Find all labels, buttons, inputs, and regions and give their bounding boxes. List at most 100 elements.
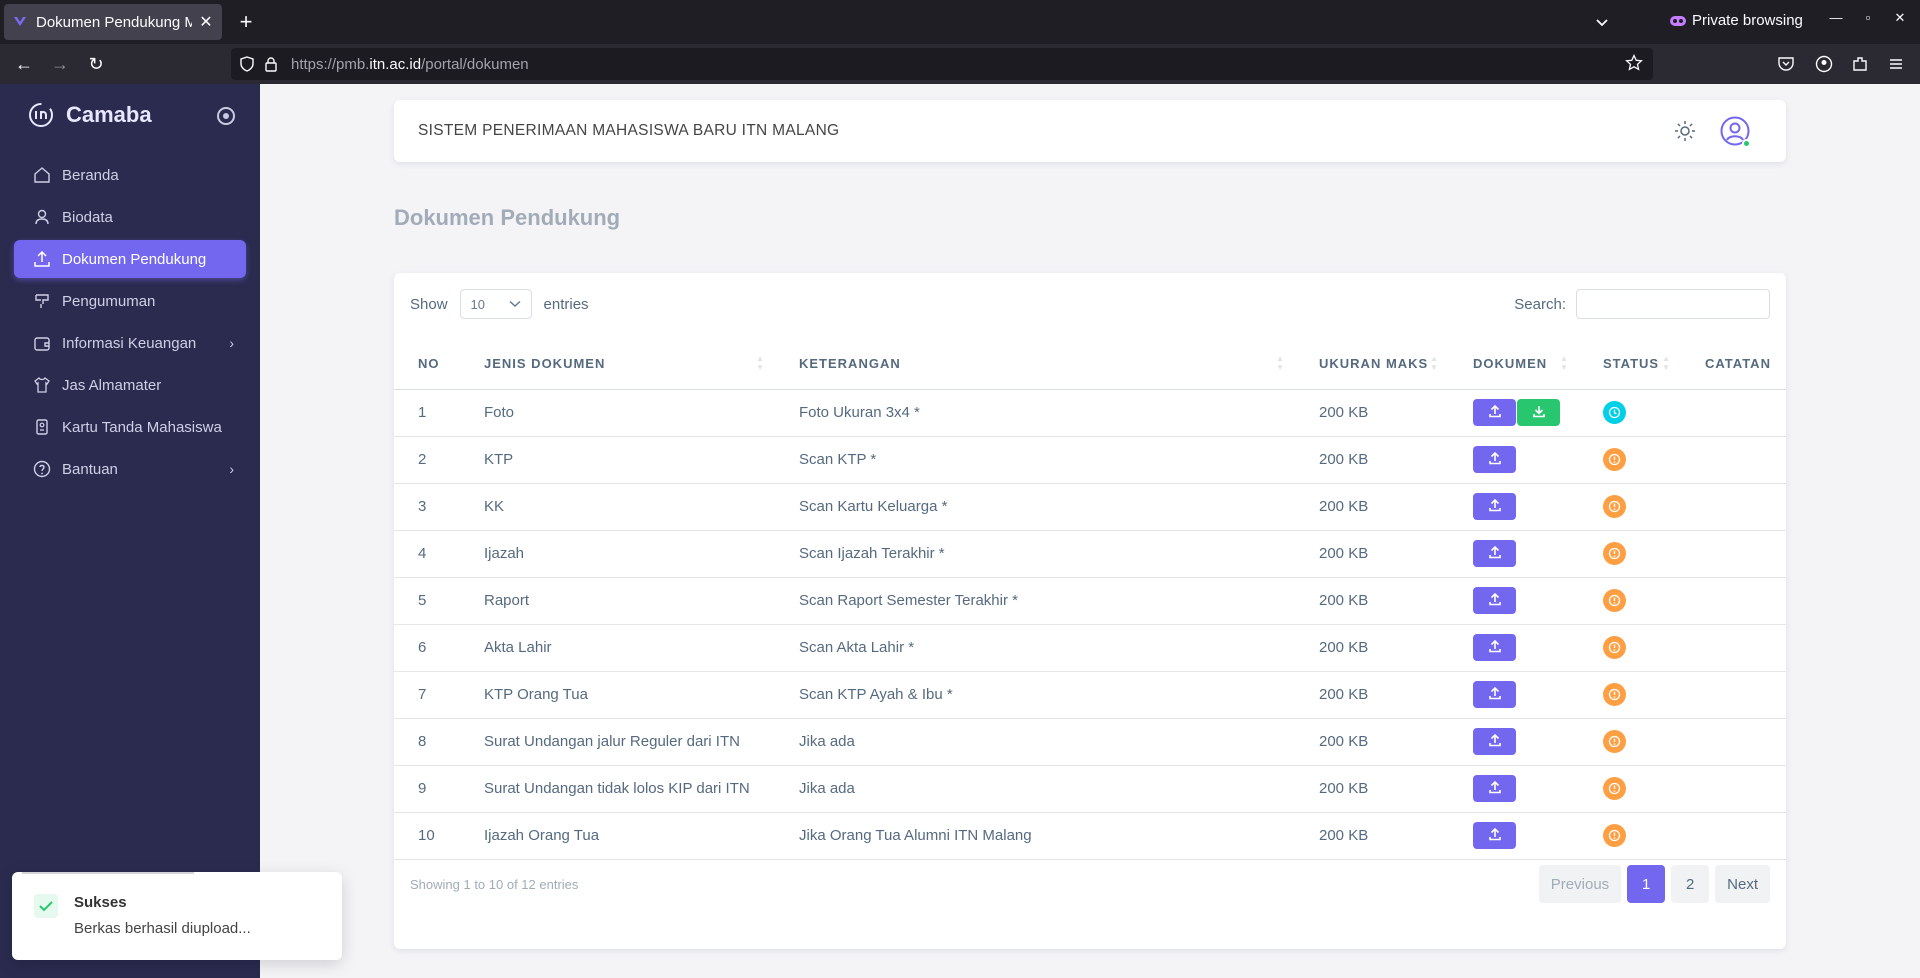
upload-icon	[1488, 545, 1502, 563]
account-icon[interactable]	[1814, 54, 1834, 74]
sidebar-item-beranda[interactable]: Beranda	[14, 156, 246, 194]
browser-tab[interactable]: Dokumen Pendukung Ma ✕	[4, 4, 222, 40]
cell-catatan	[1681, 765, 1786, 813]
upload-button[interactable]	[1473, 634, 1516, 661]
tab-title: Dokumen Pendukung Ma	[36, 13, 192, 31]
sidebar-item-dokumen-pendukung[interactable]: Dokumen Pendukung	[14, 240, 246, 278]
sidebar-item-pengumuman[interactable]: Pengumuman	[14, 282, 246, 320]
upload-icon	[1488, 639, 1502, 657]
upload-button[interactable]	[1473, 446, 1516, 473]
table-row: 9 Surat Undangan tidak lolos KIP dari ITN…	[394, 765, 1786, 813]
status-pending-review-icon	[1603, 401, 1626, 424]
upload-button[interactable]	[1473, 493, 1516, 520]
browser-tab-bar: Dokumen Pendukung Ma ✕ + Private browsin…	[0, 0, 1920, 44]
restore-icon[interactable]: ▫	[1858, 10, 1878, 25]
col-header-status[interactable]: STATUS ▲ ▼	[1579, 339, 1681, 390]
cell-dokumen	[1449, 436, 1579, 484]
status-not-uploaded-icon	[1603, 777, 1626, 800]
cell-ukuran-maks: 200 KB	[1295, 577, 1449, 625]
sidebar-item-bantuan[interactable]: Bantuan ›	[14, 450, 246, 488]
pocket-icon[interactable]	[1776, 54, 1796, 74]
tab-close-icon[interactable]: ✕	[198, 12, 214, 32]
upload-button[interactable]	[1473, 399, 1516, 426]
sidebar-item-informasi-keuangan[interactable]: Informasi Keuangan ›	[14, 324, 246, 362]
search-label: Search:	[1514, 295, 1566, 313]
brand-logo-icon	[29, 103, 53, 127]
sidebar-item-biodata[interactable]: Biodata	[14, 198, 246, 236]
col-header-keterangan[interactable]: KETERANGAN ▲ ▼	[775, 339, 1295, 390]
extensions-icon[interactable]	[1850, 54, 1870, 74]
app-menu-icon[interactable]	[1886, 54, 1906, 74]
upload-button[interactable]	[1473, 540, 1516, 567]
col-header-ukuran-maks[interactable]: UKURAN MAKS ▲ ▼	[1295, 339, 1449, 390]
upload-icon	[1488, 827, 1502, 845]
cell-jenis-dokumen: Surat Undangan jalur Reguler dari ITN	[460, 718, 775, 766]
col-header-dokumen[interactable]: DOKUMEN ▲ ▼	[1449, 339, 1579, 390]
check-icon	[34, 894, 58, 918]
wallet-icon	[32, 333, 52, 353]
upload-button[interactable]	[1473, 587, 1516, 614]
cell-ukuran-maks: 200 KB	[1295, 765, 1449, 813]
private-mask-icon	[1670, 15, 1686, 26]
cell-keterangan: Scan KTP Ayah & Ibu *	[775, 671, 1295, 719]
cell-ukuran-maks: 200 KB	[1295, 812, 1449, 860]
col-header-jenis-dokumen[interactable]: JENIS DOKUMEN ▲ ▼	[460, 339, 775, 390]
cell-status	[1579, 436, 1681, 484]
previous-page-button[interactable]: Previous	[1538, 865, 1622, 903]
shield-icon[interactable]	[239, 56, 255, 72]
table-header-row: NO JENIS DOKUMEN ▲ ▼ KETERANGAN ▲ ▼ UKURAN M…	[394, 339, 1786, 390]
page-1-button[interactable]: 1	[1627, 865, 1666, 903]
cell-no: 7	[394, 671, 460, 719]
back-icon[interactable]: ←	[10, 52, 38, 76]
cell-keterangan: Scan Ijazah Terakhir *	[775, 530, 1295, 578]
minimize-icon[interactable]: —	[1826, 10, 1846, 25]
upload-button[interactable]	[1473, 681, 1516, 708]
url-bar[interactable]: https://pmb.itn.ac.id/portal/dokumen	[231, 48, 1653, 80]
cell-dokumen	[1449, 577, 1579, 625]
lock-icon[interactable]	[263, 56, 279, 72]
theme-toggle-sun-icon[interactable]	[1674, 120, 1696, 142]
cell-catatan	[1681, 483, 1786, 531]
brand[interactable]: Camaba	[28, 102, 152, 128]
upload-button[interactable]	[1473, 822, 1516, 849]
upload-button[interactable]	[1473, 728, 1516, 755]
page-2-button[interactable]: 2	[1671, 865, 1710, 903]
cell-status	[1579, 765, 1681, 813]
sort-icon: ▲ ▼	[1662, 354, 1671, 372]
upload-button[interactable]	[1473, 775, 1516, 802]
next-page-button[interactable]: Next	[1715, 865, 1770, 903]
cell-jenis-dokumen: Ijazah	[460, 530, 775, 578]
col-header-catatan[interactable]: CATATAN	[1681, 339, 1786, 390]
cell-dokumen	[1449, 624, 1579, 672]
cell-jenis-dokumen: Foto	[460, 389, 775, 437]
cell-catatan	[1681, 577, 1786, 625]
home-icon	[32, 165, 52, 185]
entries-length-select[interactable]: 10	[459, 289, 532, 319]
col-header-no[interactable]: NO	[394, 339, 460, 390]
download-button[interactable]	[1517, 399, 1560, 426]
cell-keterangan: Jika Orang Tua Alumni ITN Malang	[775, 812, 1295, 860]
status-not-uploaded-icon	[1603, 824, 1626, 847]
cell-no: 9	[394, 765, 460, 813]
sidebar-toggle-icon[interactable]	[217, 107, 235, 125]
cell-dokumen	[1449, 765, 1579, 813]
bookmark-star-icon[interactable]	[1625, 53, 1643, 77]
forward-icon[interactable]: →	[46, 52, 74, 76]
status-not-uploaded-icon	[1603, 730, 1626, 753]
sidebar-item-label: Pengumuman	[62, 292, 156, 310]
table-row: 10 Ijazah Orang Tua Jika Orang Tua Alumni …	[394, 812, 1786, 860]
toast-progress-bar	[22, 872, 194, 874]
upload-icon	[32, 249, 52, 269]
reload-icon[interactable]: ↻	[82, 52, 110, 76]
cell-no: 1	[394, 389, 460, 437]
status-not-uploaded-icon	[1603, 683, 1626, 706]
sidebar-item-jas-almamater[interactable]: Jas Almamater	[14, 366, 246, 404]
search-input[interactable]	[1576, 289, 1770, 319]
url-text: https://pmb.itn.ac.id/portal/dokumen	[291, 55, 529, 73]
sidebar-item-kartu-tanda-mahasiswa[interactable]: Kartu Tanda Mahasiswa	[14, 408, 246, 446]
new-tab-icon[interactable]: +	[232, 8, 260, 36]
cell-catatan	[1681, 389, 1786, 437]
window-close-icon[interactable]: ✕	[1890, 10, 1910, 26]
list-all-tabs-icon[interactable]	[1592, 12, 1616, 32]
status-not-uploaded-icon	[1603, 542, 1626, 565]
